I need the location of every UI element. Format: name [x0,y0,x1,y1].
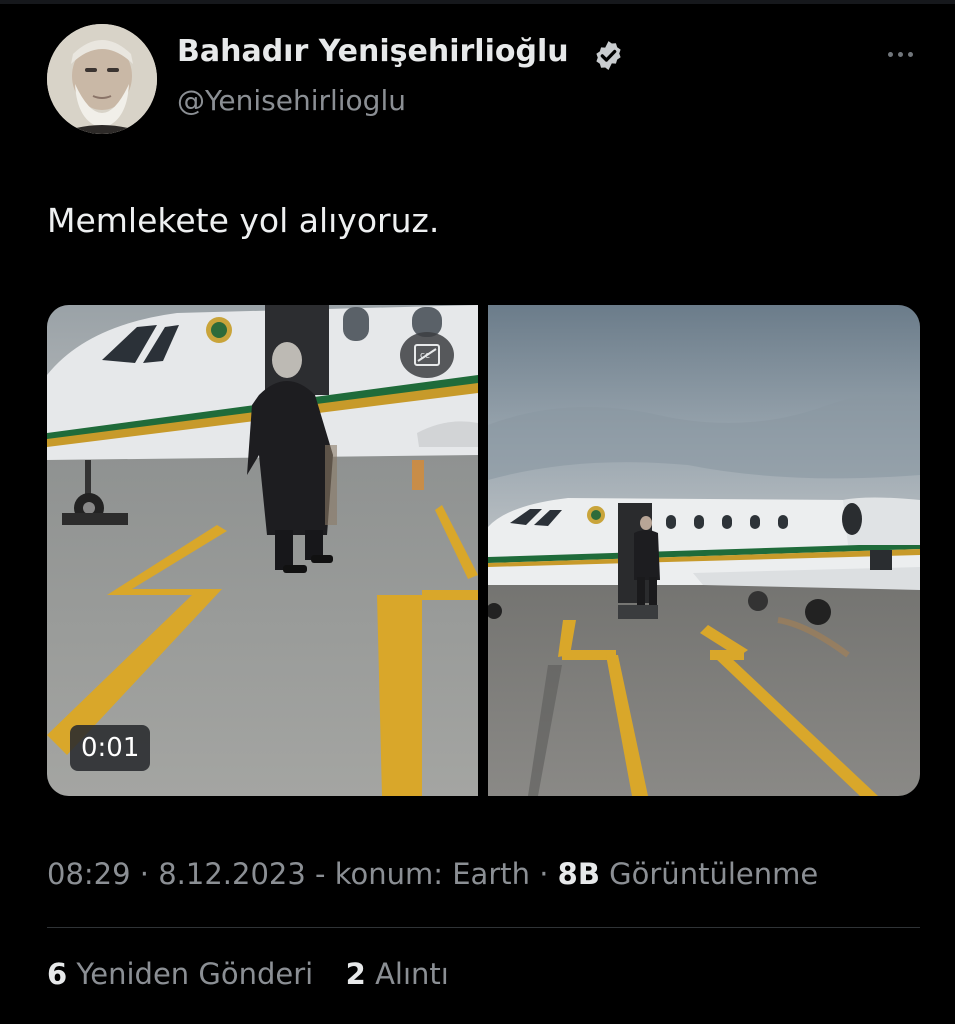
quotes-label: Alıntı [365,957,449,991]
views-label: Görüntülenme [599,857,819,891]
dot-icon [887,51,893,57]
views-count: 8B [557,857,600,891]
meta-separator: · [130,857,159,891]
tweet-location: - konum: Earth [305,857,530,891]
more-options-icon[interactable] [876,40,924,68]
reposts-link[interactable]: 6 Yeniden Gönderi [47,957,313,991]
svg-text:cc: cc [420,351,430,361]
tweet-time[interactable]: 08:29 [47,857,131,891]
gif-badge-icon: cc [400,332,454,378]
top-edge [0,0,955,4]
verified-badge-icon[interactable] [592,39,625,72]
author-handle[interactable]: @Yenisehirlioglu [177,84,406,117]
reposts-count: 6 [47,957,68,991]
tweet-photo[interactable] [488,305,920,796]
divider [47,927,920,928]
reposts-label: Yeniden Gönderi [67,957,314,991]
author-avatar[interactable] [47,24,157,134]
dot-icon [897,51,903,57]
tweet-stats: 6 Yeniden Gönderi 2 Alıntı [47,957,449,991]
tweet-video[interactable]: cc 0:01 [47,305,478,796]
video-duration: 0:01 [70,725,151,771]
quotes-link[interactable]: 2 Alıntı [346,957,449,991]
tweet-detail-page: Bahadır Yenişehirlioğlu @Yenisehirlioglu… [0,0,955,1024]
quotes-count: 2 [345,957,366,991]
tweet-meta: 08:29 · 8.12.2023 - konum: Earth · 8B Gö… [47,857,818,891]
jet-boarding-video-frame [47,305,478,796]
tweet-date[interactable]: 8.12.2023 [158,857,306,891]
dot-icon [907,51,913,57]
tweet-text: Memlekete yol alıyoruz. [47,201,440,240]
avatar-portrait-icon [47,24,157,134]
author-display-name[interactable]: Bahadır Yenişehirlioğlu [177,34,569,69]
jet-on-tarmac-photo-image [488,305,920,796]
meta-separator: · [530,857,558,891]
